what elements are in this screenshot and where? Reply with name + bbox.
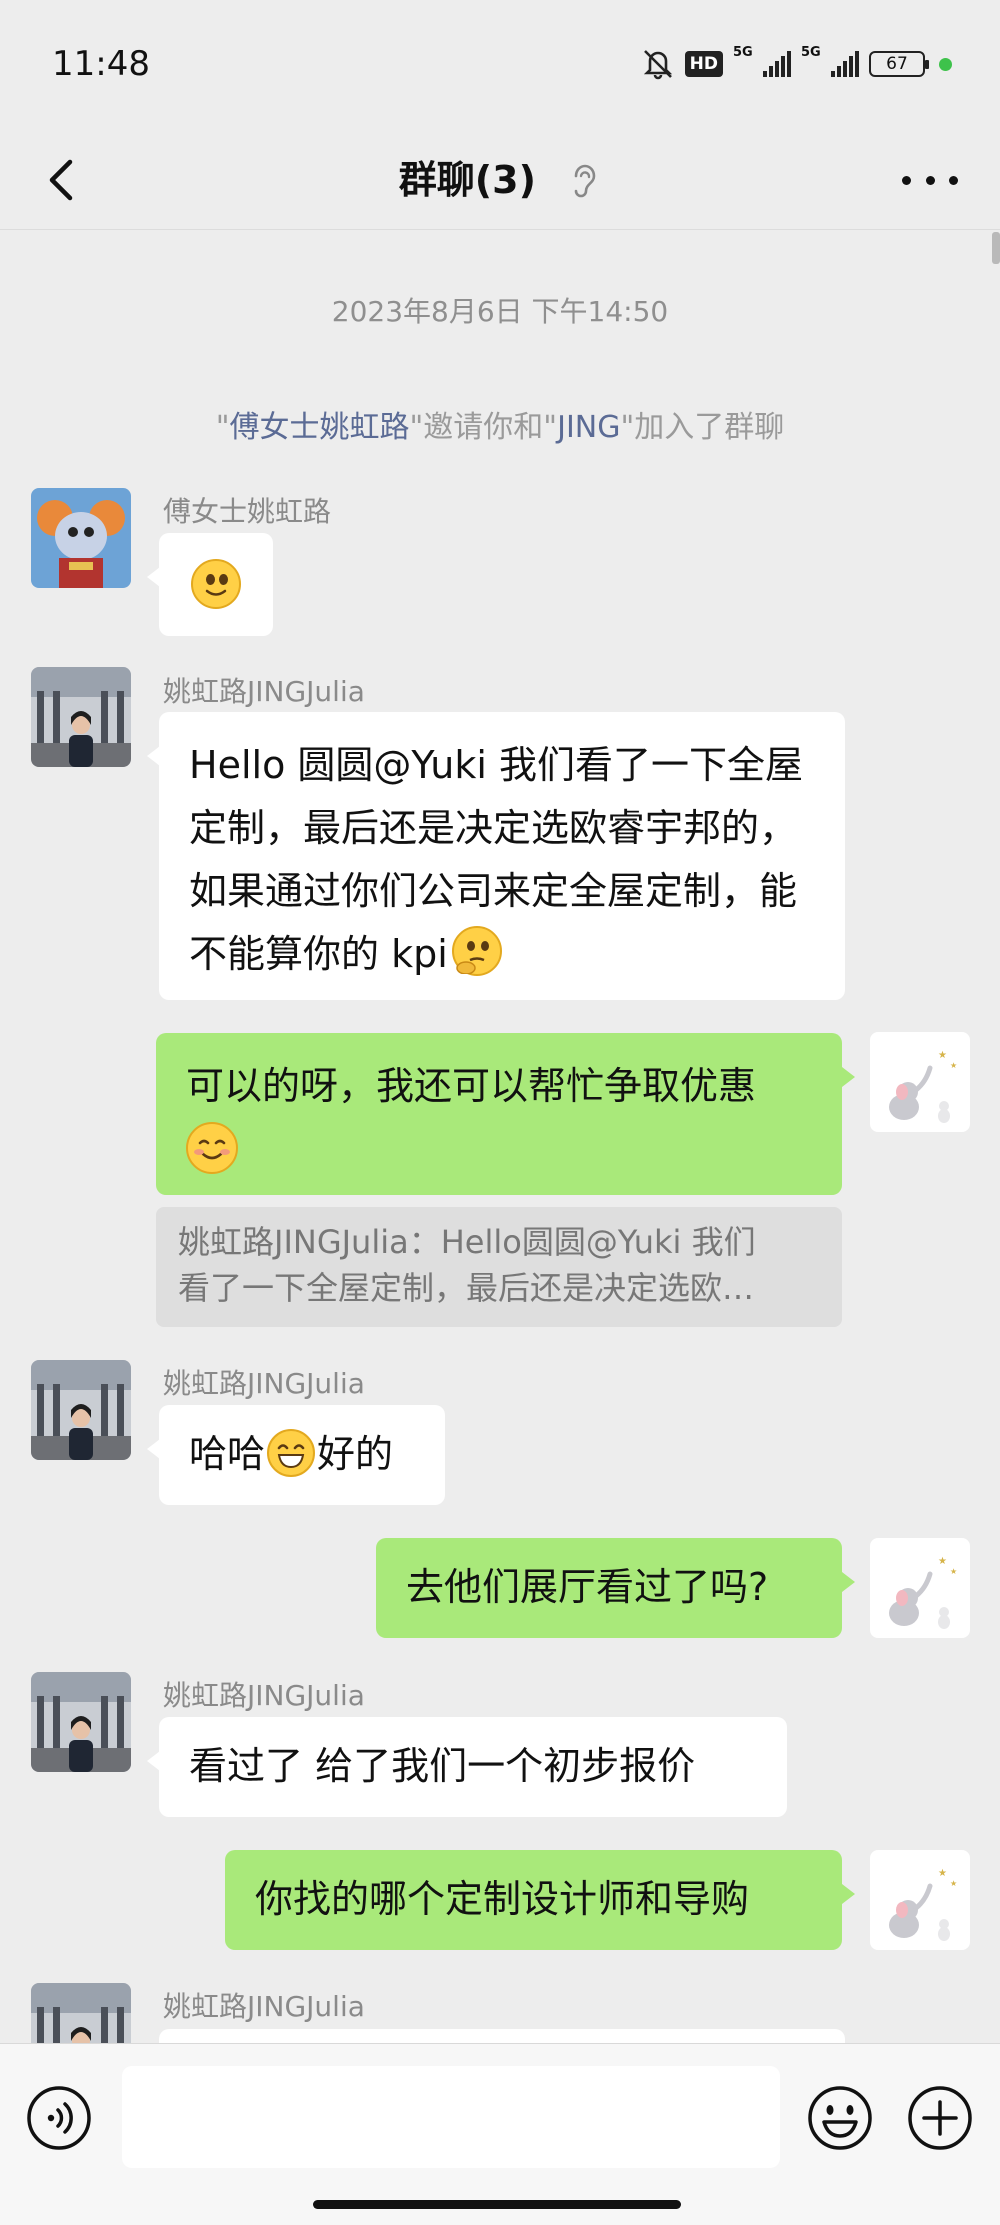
emoji-picker-icon[interactable] <box>806 2084 874 2152</box>
signal-5g-icon: 5G <box>801 45 859 77</box>
message-text: 好的 <box>317 1432 394 1476</box>
hd-badge: HD <box>684 51 723 77</box>
sender-name: 姚虹路JINGJulia <box>163 1679 365 1712</box>
quoted-message[interactable]: 姚虹路JINGJulia：Hello圆圆@Yuki 我们 看了一下全屋定制，最后… <box>156 1207 842 1327</box>
chat-header: 群聊(3) <box>0 130 1000 230</box>
system-text: "邀请你和" <box>409 410 558 445</box>
sender-name: 姚虹路JINGJulia <box>163 675 365 708</box>
input-bar <box>0 2043 1000 2225</box>
message-bubble-outgoing[interactable]: 可以的呀，我还可以帮忙争取优惠 <box>156 1033 855 1195</box>
scrollbar[interactable] <box>992 232 1000 264</box>
message-bubble[interactable]: 看过了 给了我们一个初步报价 <box>147 1717 787 1817</box>
status-icons: HD 5G 5G 67 <box>641 45 952 80</box>
blush-emoji-icon <box>186 1121 238 1174</box>
message-bubble[interactable]: 哈哈 好的 <box>147 1405 445 1505</box>
svg-text:★: ★ <box>938 1556 947 1567</box>
privacy-dot-icon <box>939 57 952 71</box>
invitee-name-link[interactable]: JING <box>557 410 620 445</box>
plus-more-icon[interactable] <box>906 2084 974 2152</box>
message-bubble-outgoing[interactable]: 你找的哪个定制设计师和导购 <box>225 1850 855 1950</box>
svg-text:★: ★ <box>938 1050 947 1061</box>
avatar-cartoon[interactable] <box>31 488 131 588</box>
message-text: 你找的哪个定制设计师和导购 <box>255 1877 750 1921</box>
smile-emoji-icon <box>191 559 241 609</box>
svg-text:★: ★ <box>950 1567 957 1576</box>
avatar-self[interactable]: ★ ★ <box>870 1032 970 1132</box>
message-bubble[interactable] <box>147 2029 845 2083</box>
message-input[interactable] <box>122 2066 780 2168</box>
signal-label: 5G <box>733 45 753 60</box>
signal-5g-icon: 5G <box>733 45 791 77</box>
status-bar: 11:48 HD 5G 5G 67 <box>0 0 1000 130</box>
svg-text:★: ★ <box>950 1879 957 1888</box>
message-text: 哈哈 <box>189 1432 266 1476</box>
inviter-name-link[interactable]: 傅女士姚虹路 <box>230 410 410 445</box>
sender-name: 姚虹路JINGJulia <box>163 1990 365 2023</box>
avatar-photo[interactable] <box>31 1983 131 2043</box>
voice-input-icon[interactable] <box>25 2084 93 2152</box>
message-text: 去他们展厅看过了吗? <box>406 1565 769 1609</box>
thinking-emoji-icon <box>451 925 502 976</box>
grin-emoji-icon <box>267 1428 316 1477</box>
message-bubble[interactable]: Hello 圆圆@Yuki 我们看了一下全屋定制，最后还是决定选欧睿宇邦的，如果… <box>147 712 845 1000</box>
svg-text:★: ★ <box>950 1061 957 1070</box>
avatar-photo[interactable] <box>31 667 131 767</box>
avatar-photo[interactable] <box>31 1672 131 1772</box>
system-message: "傅女士姚虹路"邀请你和"JING"加入了群聊 <box>0 402 1000 446</box>
chat-timestamp: 2023年8月6日 下午14:50 <box>331 295 669 328</box>
avatar-photo[interactable] <box>31 1360 131 1460</box>
svg-text:★: ★ <box>938 1868 947 1879</box>
message-bubble[interactable] <box>147 533 273 636</box>
message-text: 可以的呀，我还可以帮忙争取优惠 <box>186 1064 757 1108</box>
mute-bell-icon <box>643 50 672 80</box>
avatar-self[interactable]: ★ ★ <box>870 1538 970 1638</box>
chat-title: 群聊(3) <box>398 158 536 202</box>
system-text: "加入了群聊 <box>620 410 785 445</box>
battery-icon: 67 <box>869 51 929 77</box>
chat-title-wrap: 群聊(3) <box>0 140 1000 220</box>
signal-label: 5G <box>801 45 821 60</box>
message-bubble-outgoing[interactable]: 去他们展厅看过了吗? <box>376 1538 855 1638</box>
avatar-self[interactable]: ★ ★ <box>870 1850 970 1950</box>
home-indicator[interactable] <box>313 2200 681 2209</box>
sender-name: 傅女士姚虹路 <box>163 495 332 528</box>
sender-name: 姚虹路JINGJulia <box>163 1367 365 1400</box>
status-time: 11:48 <box>52 44 150 84</box>
more-options-icon[interactable] <box>902 160 958 200</box>
system-quote: " <box>215 410 230 445</box>
ear-icon <box>574 164 596 198</box>
message-text: 看过了 给了我们一个初步报价 <box>189 1744 696 1788</box>
